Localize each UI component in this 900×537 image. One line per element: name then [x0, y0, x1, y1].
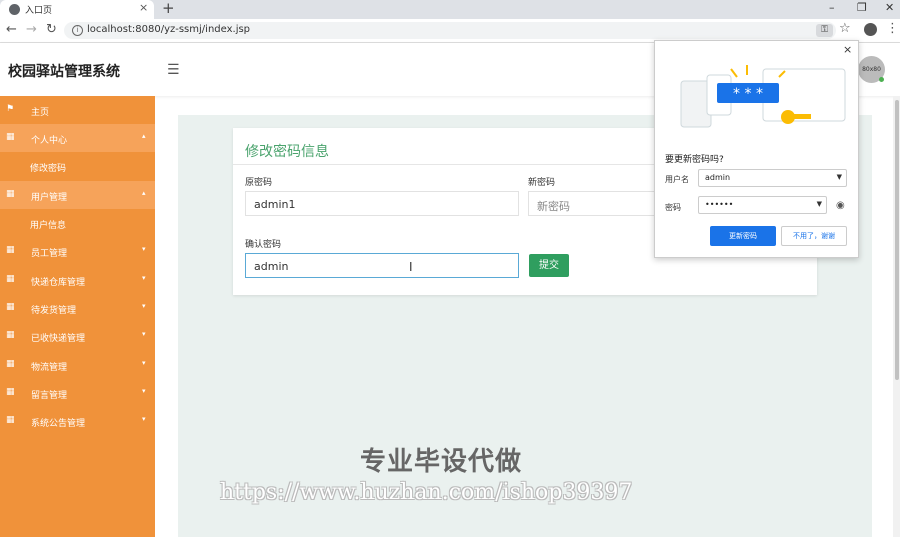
grid-icon: ▦: [6, 330, 15, 340]
watermark-url: https://www.huzhan.com/ishop39397: [220, 480, 633, 505]
old-password-value: admin1: [254, 198, 296, 211]
forward-icon[interactable]: →: [26, 22, 37, 37]
sidebar-item-staff-management[interactable]: ▦ 员工管理 ▾: [0, 237, 155, 265]
hamburger-menu-icon[interactable]: ☰: [167, 62, 180, 78]
old-password-label: 原密码: [245, 178, 273, 188]
browser-tab[interactable]: 入口页 ×: [0, 0, 154, 19]
chevron-down-icon: ▾: [142, 274, 146, 282]
sidebar-item-label: 个人中心: [31, 136, 68, 146]
grid-icon: ▦: [6, 415, 15, 425]
sidebar-item-label: 主页: [31, 108, 50, 118]
confirm-password-value: admin: [254, 260, 289, 273]
chevron-down-icon: ▾: [142, 359, 146, 367]
grid-icon: ▦: [6, 302, 15, 312]
sidebar-item-label: 待发货管理: [31, 306, 77, 316]
info-icon[interactable]: i: [72, 25, 83, 36]
decline-button[interactable]: 不用了，谢谢: [781, 226, 847, 246]
eye-icon[interactable]: ◉: [836, 200, 845, 211]
new-password-label: 新密码: [528, 178, 556, 188]
password-illustration: * * *: [680, 65, 846, 128]
password-select[interactable]: •••••• ▼: [698, 196, 827, 214]
sidebar: ⚑ 主页 ▦ 个人中心 ▴ 修改密码 ▦ 用户管理 ▴ 用户信息 ▦ 员工管理 …: [0, 96, 155, 537]
grid-icon: ▦: [6, 132, 15, 142]
sidebar-item-label: 留言管理: [31, 391, 68, 401]
address-text: localhost:8080/yz-ssmj/index.jsp: [87, 24, 251, 35]
reload-icon[interactable]: ↻: [46, 22, 57, 37]
password-value: ••••••: [705, 200, 734, 209]
chevron-up-icon: ▴: [142, 132, 146, 140]
submit-button[interactable]: 提交: [529, 254, 569, 277]
sidebar-item-personal-center[interactable]: ▦ 个人中心 ▴: [0, 124, 155, 152]
username-select[interactable]: admin ▼: [698, 169, 847, 187]
chevron-down-icon: ▾: [142, 302, 146, 310]
globe-icon: [9, 4, 20, 15]
menu-dots-icon[interactable]: ⋮: [886, 21, 899, 36]
flag-icon: ⚑: [6, 104, 15, 114]
illustration-stars: * * *: [733, 86, 763, 102]
scrollbar-thumb[interactable]: [895, 100, 899, 380]
sidebar-item-messages[interactable]: ▦ 留言管理 ▾: [0, 379, 155, 407]
sidebar-item-change-password[interactable]: 修改密码: [0, 152, 155, 180]
minimize-button[interactable]: –: [829, 1, 835, 14]
sidebar-item-label: 快递仓库管理: [31, 278, 86, 288]
sidebar-item-label: 系统公告管理: [31, 419, 86, 429]
grid-icon: ▦: [6, 245, 15, 255]
chevron-down-icon: ▾: [142, 245, 146, 253]
chevron-down-icon: ▾: [142, 415, 146, 423]
sidebar-item-label: 已收快递管理: [31, 334, 86, 344]
sidebar-item-label: 用户管理: [31, 193, 68, 203]
key-icon[interactable]: ⚿: [816, 24, 833, 37]
confirm-password-input[interactable]: admin: [245, 253, 519, 278]
sidebar-item-user-info[interactable]: 用户信息: [0, 209, 155, 237]
address-bar[interactable]: i localhost:8080/yz-ssmj/index.jsp ⚿: [64, 22, 836, 39]
dropdown-arrow-icon: ▼: [836, 173, 842, 181]
tab-title: 入口页: [25, 6, 53, 16]
sidebar-item-home[interactable]: ⚑ 主页: [0, 96, 155, 124]
confirm-password-label: 确认密码: [245, 240, 282, 250]
profile-icon[interactable]: [864, 23, 877, 36]
username-value: admin: [705, 173, 731, 182]
update-password-popup: × * * * 要更新密码吗? 用户名 admin ▼ 密码 •••••• ▼ …: [654, 40, 859, 258]
username-label: 用户名: [665, 175, 689, 184]
grid-icon: ▦: [6, 387, 15, 397]
password-label: 密码: [665, 203, 681, 212]
old-password-input[interactable]: admin1: [245, 191, 519, 216]
sidebar-item-warehouse-management[interactable]: ▦ 快递仓库管理 ▾: [0, 266, 155, 294]
bookmark-star-icon[interactable]: ☆: [839, 21, 851, 36]
chevron-down-icon: ▾: [142, 387, 146, 395]
text-cursor-icon: I: [409, 260, 413, 274]
sidebar-item-received-express[interactable]: ▦ 已收快递管理 ▾: [0, 322, 155, 350]
sidebar-item-logistics[interactable]: ▦ 物流管理 ▾: [0, 351, 155, 379]
popup-title: 要更新密码吗?: [665, 155, 724, 165]
browser-tab-bar: 入口页 × + – ❐ ✕: [0, 0, 900, 19]
chevron-up-icon: ▴: [142, 189, 146, 197]
form-title: 修改密码信息: [245, 144, 329, 160]
sidebar-item-label: 用户信息: [30, 221, 67, 231]
app-title: 校园驿站管理系统: [8, 64, 120, 80]
sidebar-item-label: 员工管理: [31, 249, 68, 259]
grid-icon: ▦: [6, 274, 15, 284]
update-password-button[interactable]: 更新密码: [710, 226, 776, 246]
sidebar-item-pending-shipment[interactable]: ▦ 待发货管理 ▾: [0, 294, 155, 322]
close-window-button[interactable]: ✕: [885, 1, 894, 14]
grid-icon: ▦: [6, 189, 15, 199]
new-password-placeholder: 新密码: [537, 200, 570, 213]
maximize-button[interactable]: ❐: [857, 1, 867, 14]
back-icon[interactable]: ←: [6, 22, 17, 37]
sidebar-item-announcements[interactable]: ▦ 系统公告管理 ▾: [0, 407, 155, 435]
online-status-dot: [879, 77, 884, 82]
chevron-down-icon: ▾: [142, 330, 146, 338]
close-tab-icon[interactable]: ×: [139, 1, 148, 14]
watermark-title: 专业毕设代做: [360, 447, 523, 477]
dropdown-arrow-icon: ▼: [816, 200, 822, 208]
sidebar-item-user-management[interactable]: ▦ 用户管理 ▴: [0, 181, 155, 209]
new-tab-button[interactable]: +: [162, 0, 175, 17]
sidebar-item-label: 修改密码: [30, 164, 67, 174]
grid-icon: ▦: [6, 359, 15, 369]
sidebar-item-label: 物流管理: [31, 363, 68, 373]
